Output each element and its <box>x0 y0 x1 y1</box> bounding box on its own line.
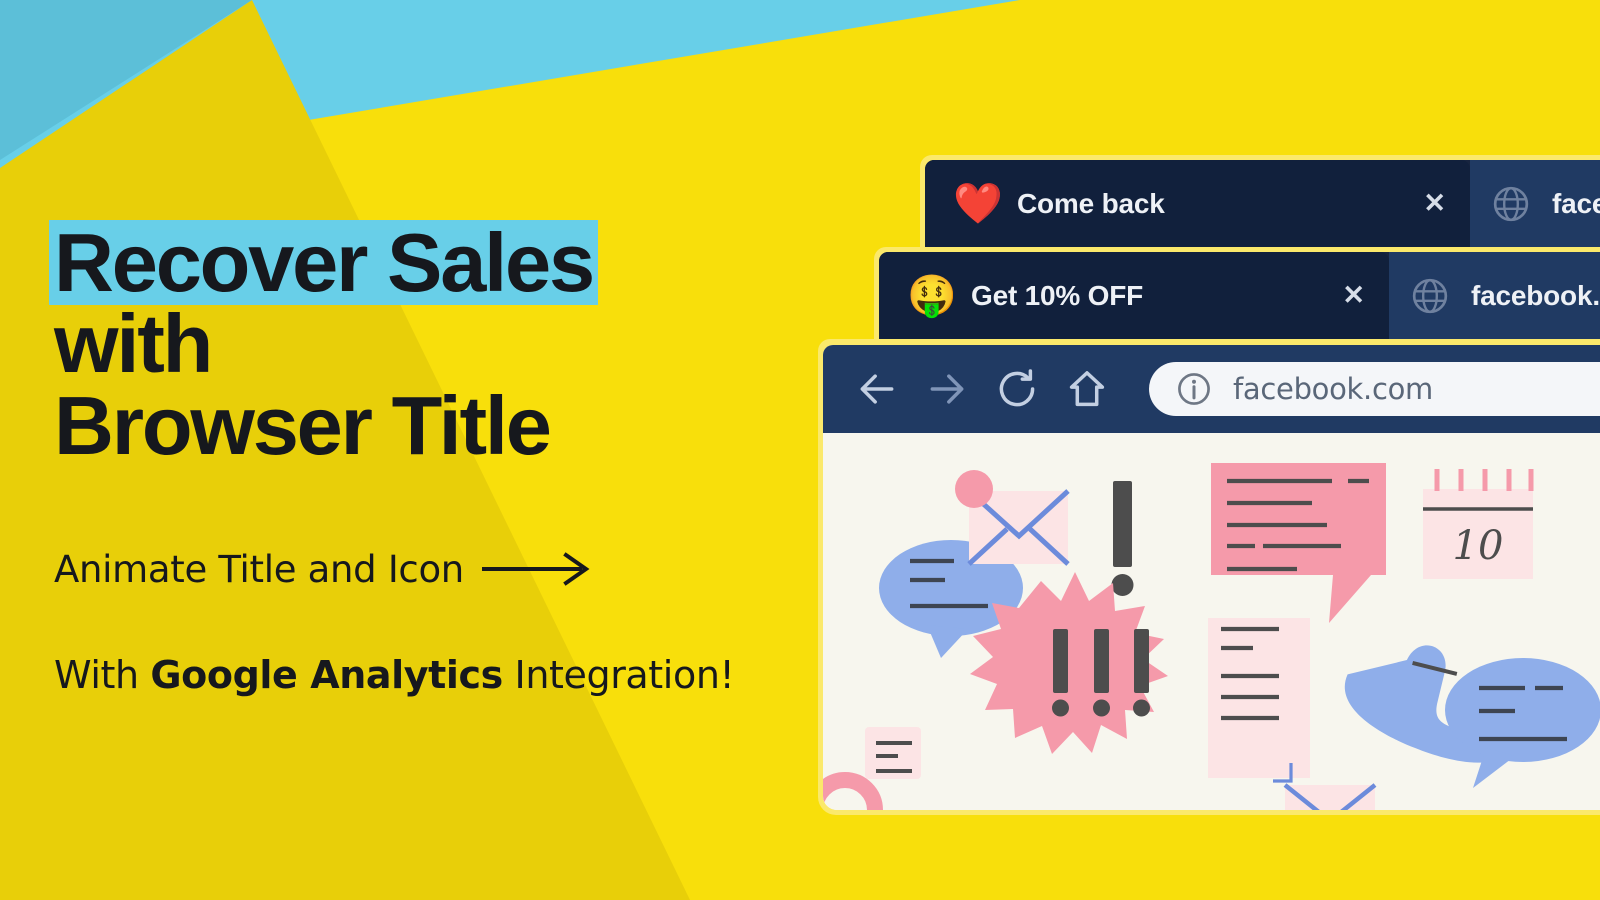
document-lines <box>1208 618 1310 783</box>
tab-strip: ❤️ Come back ✕ facebook.com <box>925 160 1600 247</box>
globe-icon <box>1412 278 1448 313</box>
long-right-arrow-icon <box>481 552 590 587</box>
ga-suffix: Integration! <box>502 652 735 697</box>
tab-strip: 🤑 Get 10% OFF ✕ facebook.com <box>879 252 1600 339</box>
headline-line-3: Browser Title <box>54 378 552 472</box>
tab-get-10-off[interactable]: 🤑 Get 10% OFF ✕ <box>879 252 1389 339</box>
globe-icon <box>1493 186 1529 221</box>
tab-title: Come back <box>1017 187 1165 219</box>
url-text: facebook.com <box>1233 372 1434 406</box>
tab-facebook-inactive[interactable]: facebook.com <box>1470 160 1600 247</box>
ga-prefix: With <box>54 652 151 697</box>
headline-highlight: Recover Sales <box>51 221 596 304</box>
forward-arrow-icon[interactable] <box>925 367 969 411</box>
browser-window: facebook.com 10 <box>818 340 1600 815</box>
browser-mockup: ❤️ Come back ✕ facebook.com 🤑 Get 10% OF… <box>818 155 1600 815</box>
notification-row-1: ❤️ Come back ✕ facebook.com <box>920 155 1600 247</box>
close-icon[interactable]: ✕ <box>1363 190 1452 217</box>
close-icon[interactable]: ✕ <box>1282 282 1371 309</box>
url-bar[interactable]: facebook.com <box>1149 362 1600 416</box>
browser-toolbar: facebook.com <box>823 345 1600 433</box>
open-envelope-bottom <box>1283 783 1377 810</box>
tab-title: Get 10% OFF <box>971 279 1144 311</box>
headline-line-1: Recover Sales <box>51 221 834 304</box>
small-note-card <box>865 727 921 779</box>
animate-title-label: Animate Title and Icon <box>54 547 464 591</box>
money-mouth-face-emoji: 🤑 <box>907 273 957 318</box>
tab-facebook-inactive[interactable]: facebook.com <box>1389 252 1600 339</box>
red-heart-emoji: ❤️ <box>953 181 1003 226</box>
exclamation-mark <box>1111 481 1134 596</box>
page-title: Recover Sales with Browser Title <box>51 221 834 472</box>
ga-bold: Google Analytics <box>150 652 503 697</box>
back-arrow-icon[interactable] <box>855 367 899 411</box>
hero-copy: Recover Sales with Browser Title Animate… <box>51 221 834 697</box>
reload-icon[interactable] <box>995 367 1039 411</box>
page-content: 10 <box>823 433 1600 810</box>
site-info-icon[interactable] <box>1175 370 1213 408</box>
headline-line-2: with <box>54 297 213 391</box>
home-icon[interactable] <box>1065 367 1109 411</box>
tab-title: facebook.com <box>1552 187 1600 219</box>
tab-title: facebook.com <box>1471 279 1600 311</box>
google-analytics-line: With Google Analytics Integration! <box>54 653 834 697</box>
notification-row-2: 🤑 Get 10% OFF ✕ facebook.com <box>874 247 1600 339</box>
calendar-day-label: 10 <box>1453 523 1504 569</box>
browser-window-inner: facebook.com 10 <box>823 345 1600 810</box>
notifications-illustration: 10 <box>823 433 1600 810</box>
animate-title-row: Animate Title and Icon <box>54 548 834 591</box>
tab-come-back[interactable]: ❤️ Come back ✕ <box>925 160 1470 247</box>
